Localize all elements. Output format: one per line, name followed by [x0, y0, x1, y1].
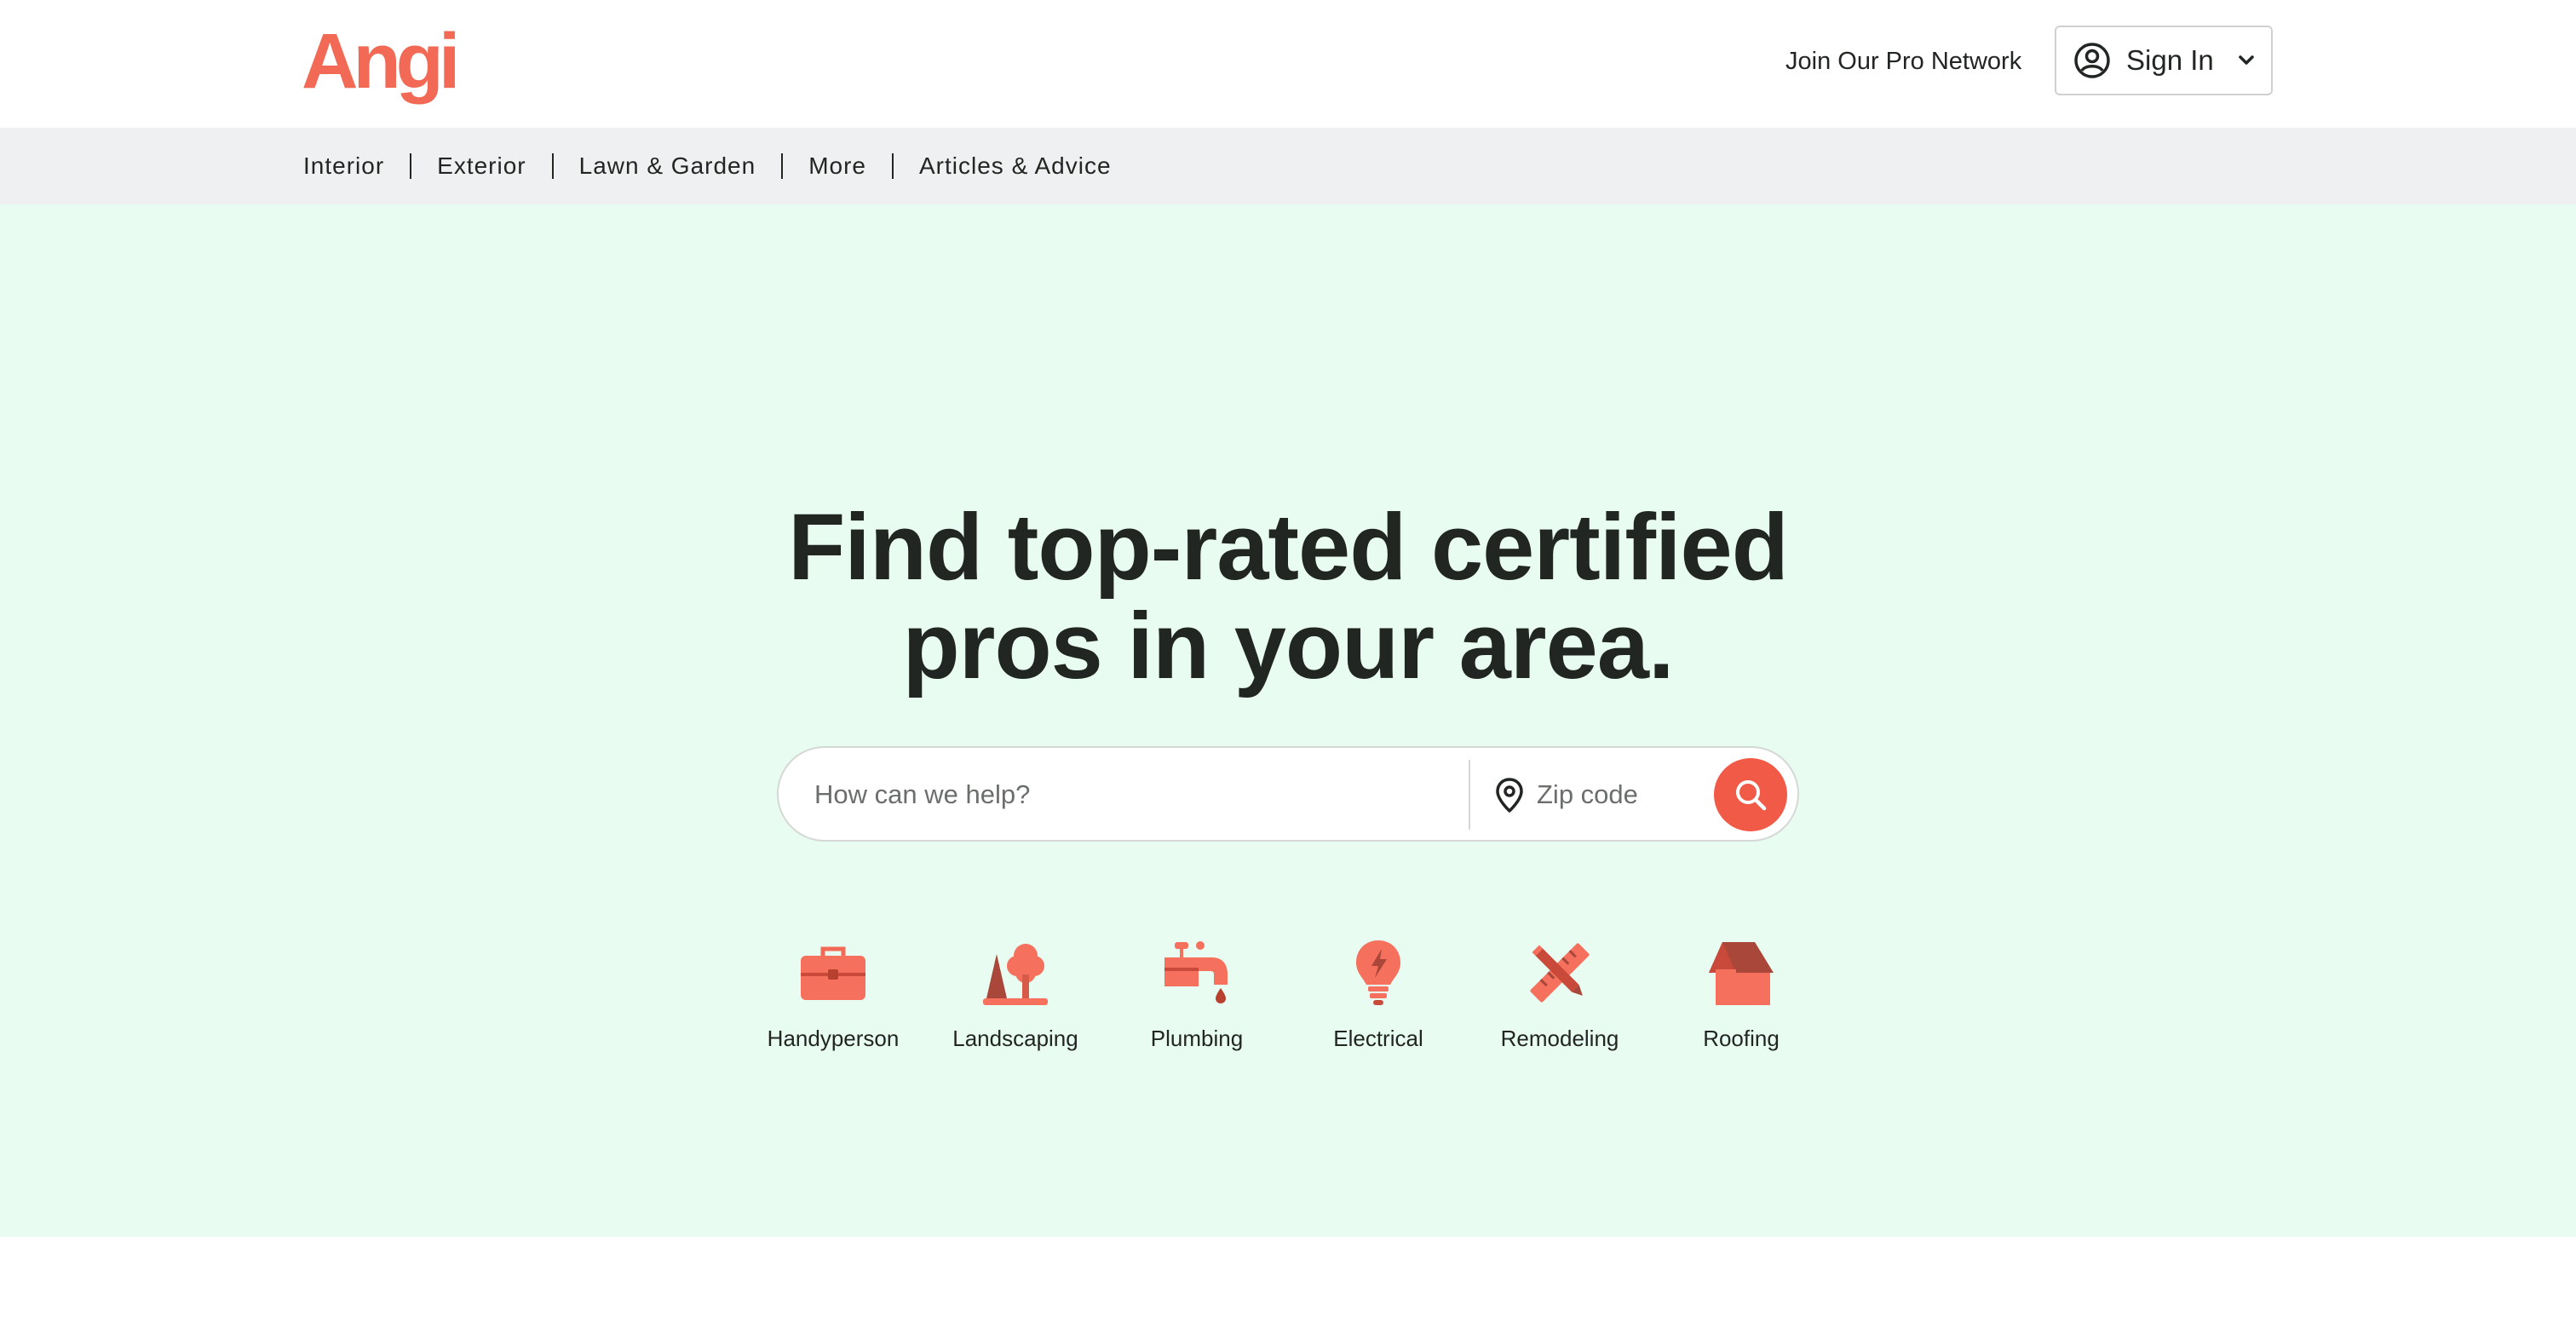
nav-item-exterior[interactable]: Exterior	[437, 152, 526, 180]
nav-item-more[interactable]: More	[808, 152, 866, 180]
hero-section: Find top-rated certified pros in your ar…	[0, 204, 2576, 1237]
category-roofing[interactable]: Roofing	[1656, 937, 1826, 1052]
category-remodeling[interactable]: Remodeling	[1475, 937, 1645, 1052]
house-roof-icon	[1705, 937, 1777, 1009]
top-header: Angi Join Our Pro Network Sign In	[0, 0, 2576, 128]
toolbox-icon	[797, 937, 869, 1009]
join-pro-network-link[interactable]: Join Our Pro Network	[1785, 43, 2021, 80]
zip-code-input[interactable]	[1537, 767, 1707, 823]
category-label: Handyperson	[767, 1026, 900, 1051]
nav-divider	[892, 153, 894, 179]
nav-item-articles-advice[interactable]: Articles & Advice	[919, 152, 1112, 180]
sign-in-label: Sign In	[2126, 44, 2214, 76]
search-divider	[1469, 760, 1470, 830]
hero-headline-line-1: Find top-rated certified	[788, 495, 1789, 600]
category-label: Roofing	[1703, 1026, 1780, 1051]
category-handyperson[interactable]: Handyperson	[748, 937, 918, 1052]
nav-item-lawn-garden[interactable]: Lawn & Garden	[579, 152, 756, 180]
faucet-icon	[1161, 937, 1233, 1009]
category-electrical[interactable]: Electrical	[1293, 937, 1463, 1052]
category-nav: Interior Exterior Lawn & Garden More Art…	[0, 128, 2576, 204]
nav-divider	[781, 153, 784, 179]
category-plumbing[interactable]: Plumbing	[1112, 937, 1282, 1052]
search-icon	[1732, 776, 1769, 813]
category-label: Electrical	[1333, 1026, 1423, 1051]
hero-headline: Find top-rated certified pros in your ar…	[0, 498, 2576, 696]
nav-item-interior[interactable]: Interior	[303, 152, 384, 180]
tree-icon	[980, 937, 1051, 1009]
category-label: Landscaping	[952, 1026, 1078, 1051]
category-landscaping[interactable]: Landscaping	[930, 937, 1101, 1052]
lightbulb-icon	[1343, 937, 1414, 1009]
ruler-pencil-icon	[1524, 937, 1596, 1009]
nav-divider	[551, 153, 554, 179]
service-search-input[interactable]	[814, 767, 1445, 823]
category-label: Plumbing	[1150, 1026, 1244, 1051]
category-label: Remodeling	[1500, 1026, 1619, 1051]
angi-logo[interactable]: Angi	[302, 17, 460, 106]
search-bar	[777, 746, 1799, 842]
user-circle-icon	[2073, 42, 2111, 79]
search-submit-button[interactable]	[1714, 758, 1787, 831]
nav-divider	[410, 153, 412, 179]
hero-headline-line-2: pros in your area.	[902, 594, 1674, 698]
map-pin-icon	[1494, 777, 1525, 814]
sign-in-button[interactable]: Sign In	[2055, 26, 2273, 95]
chevron-down-icon	[2236, 50, 2257, 71]
